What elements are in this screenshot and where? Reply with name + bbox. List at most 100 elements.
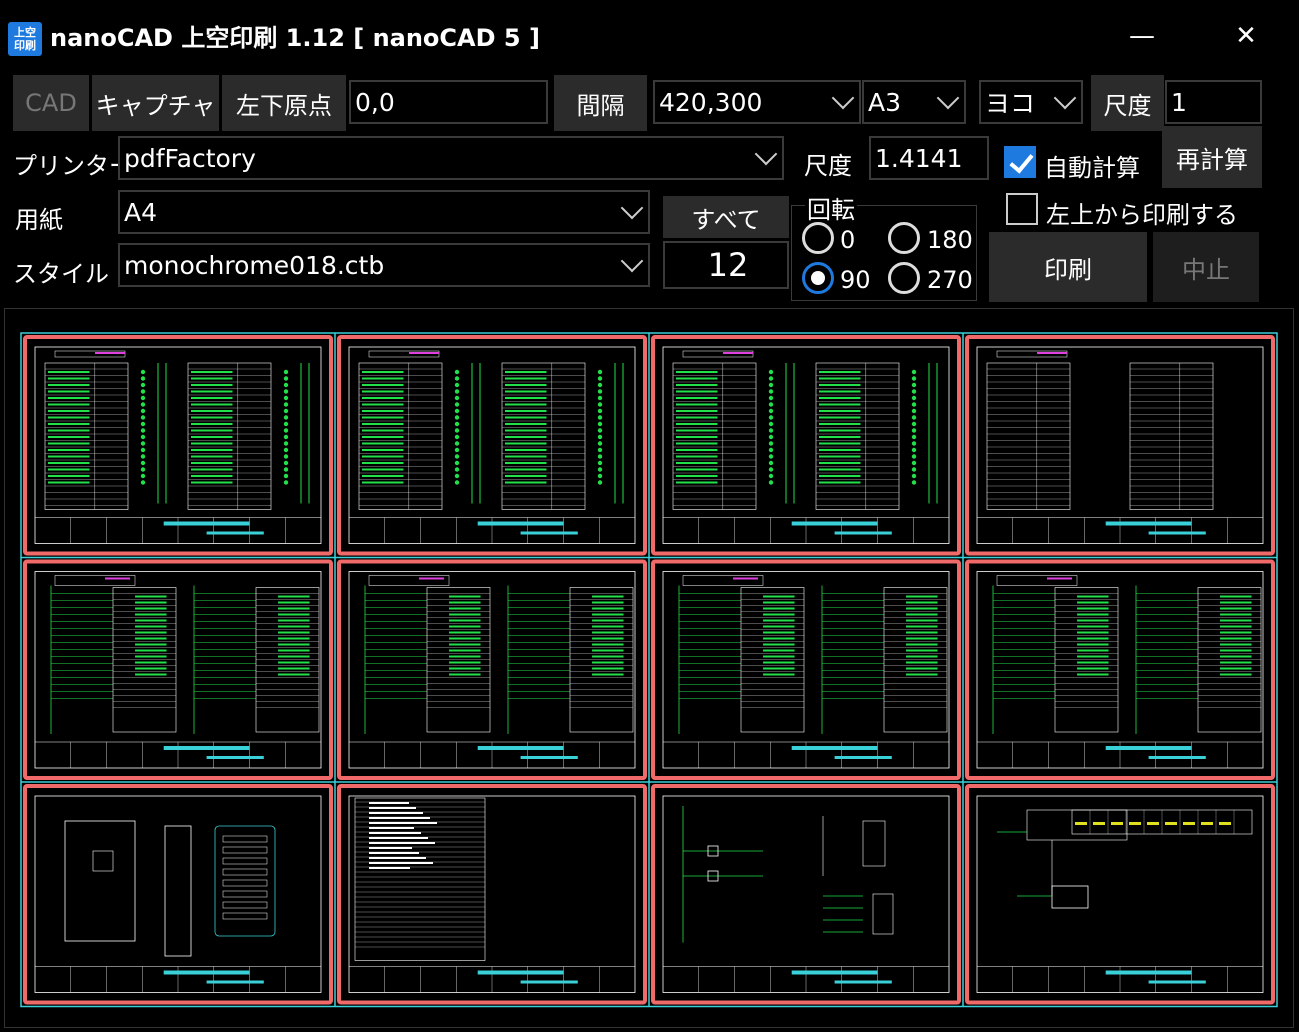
- table-cell-text: [505, 442, 547, 445]
- rotation-270-label: 270: [927, 266, 973, 294]
- table-cell-text: [592, 673, 624, 676]
- autocalc-checkbox[interactable]: [1004, 146, 1036, 178]
- interval-combo[interactable]: 420,300: [653, 80, 861, 124]
- table-cell-text: [819, 468, 861, 471]
- contact-mark: [768, 408, 774, 414]
- contact-mark: [454, 447, 460, 453]
- table-cell-text: [135, 637, 167, 640]
- origin-input[interactable]: 0,0: [349, 80, 548, 124]
- capture-button[interactable]: キャプチャ: [92, 75, 219, 131]
- table-cell-text: [449, 637, 481, 640]
- table-cell-text: [449, 619, 481, 622]
- stop-button[interactable]: 中止: [1153, 232, 1259, 302]
- print-button[interactable]: 印刷: [989, 232, 1147, 302]
- scale-input[interactable]: 1: [1165, 80, 1262, 124]
- paper-value: A4: [124, 197, 158, 227]
- rotation-radio-180[interactable]: [888, 222, 920, 254]
- table-cell-text: [1077, 601, 1109, 604]
- style-combo[interactable]: monochrome018.ctb: [118, 243, 650, 287]
- contact-mark: [768, 434, 774, 440]
- table-cell-text: [592, 661, 624, 664]
- table-cell-text: [362, 455, 404, 458]
- paper-combo[interactable]: A4: [118, 190, 650, 234]
- title-block-text: [1148, 756, 1206, 759]
- scale2-input[interactable]: 1.4141: [869, 136, 989, 180]
- contact-mark: [283, 395, 289, 401]
- contact-mark: [140, 441, 146, 446]
- cad-button[interactable]: CAD: [13, 75, 89, 131]
- table-cell-text: [135, 601, 167, 604]
- table-cell-text: [1220, 667, 1252, 670]
- all-button[interactable]: すべて: [663, 196, 789, 238]
- orientation-combo[interactable]: ヨコ: [979, 80, 1083, 124]
- contact-mark: [597, 447, 603, 453]
- contact-mark: [454, 454, 460, 459]
- contact-mark: [768, 480, 774, 485]
- contact-mark: [911, 454, 917, 459]
- interval-button[interactable]: 間隔: [554, 75, 647, 131]
- contact-mark: [283, 402, 289, 407]
- printer-combo[interactable]: pdfFactory: [118, 136, 784, 180]
- table-cell-text: [135, 595, 167, 598]
- table-cell-text: [362, 390, 404, 393]
- contact-mark: [283, 389, 289, 394]
- contact-mark: [911, 428, 917, 433]
- table-cell-text: [1201, 822, 1213, 825]
- contact-mark: [768, 454, 774, 459]
- contact-mark: [597, 395, 603, 401]
- table-cell-text: [1077, 673, 1109, 676]
- table-cell-text: [763, 625, 795, 628]
- table-cell-text: [278, 607, 310, 610]
- page-count-field[interactable]: 12: [663, 241, 789, 289]
- table-cell-text: [191, 390, 233, 393]
- contact-mark: [454, 460, 460, 466]
- table-cell-text: [1075, 822, 1087, 825]
- contact-mark: [283, 467, 289, 472]
- table-cell-text: [505, 377, 547, 380]
- table-cell-text: [362, 481, 404, 484]
- contact-mark: [283, 460, 289, 466]
- table-cell-text: [592, 655, 624, 658]
- style-label: スタイル: [13, 260, 109, 288]
- table-cell-text: [819, 371, 861, 373]
- contact-mark: [768, 395, 774, 401]
- table-cell-text: [362, 449, 404, 451]
- scale-button[interactable]: 尺度: [1091, 75, 1164, 131]
- table-cell-text: [278, 619, 310, 622]
- table-cell-text: [763, 655, 795, 658]
- table-cell-text: [48, 403, 90, 406]
- paper-size-combo[interactable]: A3: [862, 80, 966, 124]
- table-cell-text: [278, 649, 310, 652]
- recalc-button[interactable]: 再計算: [1162, 126, 1262, 188]
- table-cell-text: [505, 397, 547, 399]
- table-cell-text: [906, 655, 938, 658]
- close-button[interactable]: ✕: [1218, 14, 1274, 58]
- table-cell-text: [362, 397, 404, 399]
- topleft-checkbox[interactable]: [1006, 193, 1038, 225]
- title-block-text: [520, 531, 578, 535]
- contact-mark: [768, 389, 774, 394]
- title-block-text: [477, 970, 564, 975]
- table-cell-text: [369, 842, 435, 844]
- table-cell-text: [191, 481, 233, 484]
- origin-button[interactable]: 左下原点: [222, 75, 346, 131]
- contact-mark: [454, 480, 460, 485]
- rotation-radio-90[interactable]: [802, 262, 834, 294]
- contact-mark: [283, 454, 289, 459]
- table-cell-text: [1129, 822, 1141, 825]
- minimize-button[interactable]: —: [1114, 14, 1170, 58]
- table-cell-text: [1147, 822, 1159, 825]
- table-cell-text: [676, 384, 718, 386]
- table-cell-text: [676, 397, 718, 399]
- contact-mark: [768, 473, 774, 479]
- table-cell-text: [48, 416, 90, 419]
- table-cell-text: [135, 643, 167, 646]
- table-cell-text: [1077, 595, 1109, 598]
- table-cell-text: [191, 468, 233, 471]
- rotation-radio-270[interactable]: [888, 262, 920, 294]
- table-cell-text: [449, 667, 481, 670]
- table-cell-text: [278, 673, 310, 676]
- title-block-text: [206, 980, 264, 984]
- table-cell-text: [1220, 601, 1252, 604]
- rotation-radio-0[interactable]: [802, 222, 834, 254]
